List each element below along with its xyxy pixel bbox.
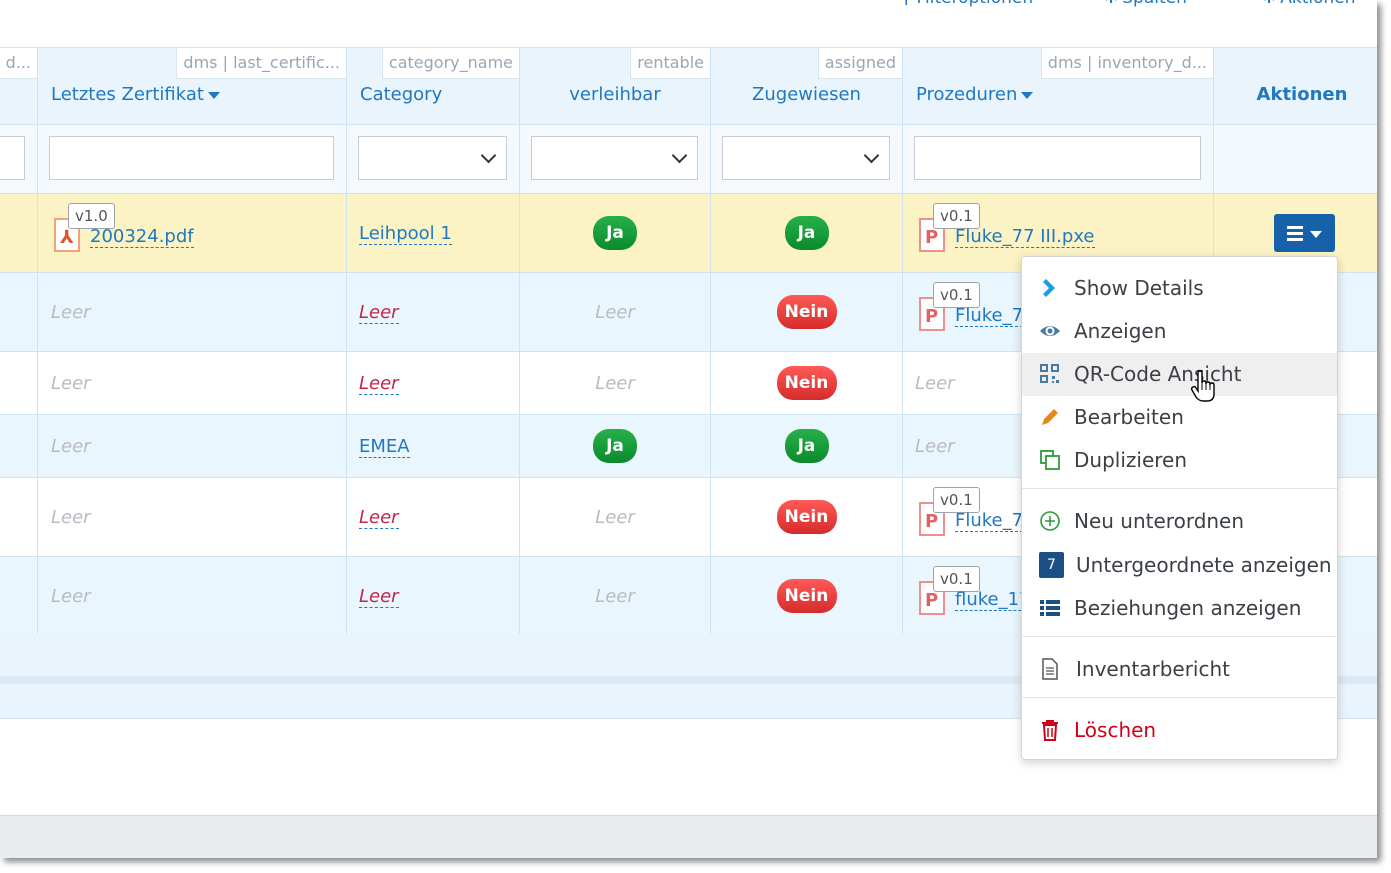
status-badge: Nein xyxy=(776,295,837,329)
category-link[interactable]: Leer xyxy=(359,585,399,608)
document-icon xyxy=(1042,658,1058,680)
column-header[interactable]: d... xyxy=(0,47,38,125)
table-header-row: d... dms | last_certific... Letztes Zerti… xyxy=(0,47,1377,125)
actions-button[interactable]: ✲Aktionen xyxy=(1262,0,1356,8)
qr-code-icon xyxy=(1040,364,1059,383)
filter-input-procedures[interactable] xyxy=(914,136,1201,180)
copy-icon xyxy=(1040,450,1060,470)
menu-item-edit[interactable]: Bearbeiten xyxy=(1022,396,1337,439)
menu-item-delete[interactable]: Löschen xyxy=(1022,709,1337,752)
list-icon xyxy=(1040,600,1060,616)
column-header-actions: Aktionen xyxy=(1213,47,1377,125)
file-link[interactable]: Fluke_7 xyxy=(955,510,1024,532)
menu-item-add-child[interactable]: Neu unterordnen xyxy=(1022,500,1337,543)
file-link[interactable]: Fluke_7 xyxy=(955,305,1024,327)
category-link[interactable]: Leer xyxy=(359,301,399,324)
column-header-last-certificate[interactable]: dms | last_certific... Letztes Zertifikat xyxy=(37,47,347,125)
file-link[interactable]: Fluke_77 III.pxe xyxy=(955,226,1095,248)
sort-caret-icon xyxy=(207,91,220,99)
chevron-down-icon xyxy=(863,147,880,164)
menu-item-show-children[interactable]: 7 Untergeordnete anzeigen xyxy=(1022,544,1337,587)
column-header-assigned[interactable]: assigned Zugewiesen xyxy=(710,47,903,125)
category-link[interactable]: Leer xyxy=(359,372,399,395)
sort-caret-icon xyxy=(1021,91,1034,99)
menu-item-show-details[interactable]: Show Details xyxy=(1022,267,1337,310)
row-actions-menu: Show Details Anzeigen QR-Code Ansicht Be… xyxy=(1021,256,1338,760)
filter-input-last-certificate[interactable] xyxy=(49,136,334,180)
column-header-category[interactable]: category_name Category xyxy=(346,47,520,125)
filter-options-button[interactable]: ⚲Filteroptionen xyxy=(900,0,1033,8)
menu-item-view[interactable]: Anzeigen xyxy=(1022,310,1337,353)
filter-select-assigned[interactable] xyxy=(722,136,890,180)
gear-icon: ✲ xyxy=(1104,0,1118,8)
eye-icon xyxy=(1040,326,1060,336)
chevron-right-icon xyxy=(1043,279,1055,297)
category-link[interactable]: Leer xyxy=(359,506,399,529)
status-badge: Ja xyxy=(593,216,637,250)
menu-item-inventory-report[interactable]: Inventarbericht xyxy=(1022,648,1337,691)
filter-row xyxy=(0,124,1377,194)
column-header-rentable[interactable]: rentable verleihbar xyxy=(519,47,711,125)
columns-button[interactable]: ✲Spalten xyxy=(1104,0,1187,8)
status-badge: Nein xyxy=(776,500,837,534)
menu-item-duplicate[interactable]: Duplizieren xyxy=(1022,439,1337,482)
filter-select-category[interactable] xyxy=(358,136,507,180)
file-link[interactable]: fluke_17 xyxy=(955,589,1031,611)
chevron-down-icon xyxy=(480,147,497,164)
column-header-procedures[interactable]: dms | inventory_d... Prozeduren xyxy=(902,47,1214,125)
count-badge-icon: 7 xyxy=(1039,552,1064,578)
pencil-icon xyxy=(1042,409,1058,425)
category-link[interactable]: Leihpool 1 xyxy=(359,222,452,245)
trash-icon xyxy=(1042,720,1058,741)
caret-down-icon xyxy=(1310,231,1322,238)
hand-cursor-icon xyxy=(1190,370,1215,402)
status-badge: Ja xyxy=(593,429,637,463)
filter-icon: ⚲ xyxy=(900,0,912,8)
plus-circle-icon xyxy=(1040,511,1060,531)
status-badge: Nein xyxy=(776,579,837,613)
row-actions-button[interactable] xyxy=(1274,214,1335,252)
menu-item-qr-code[interactable]: QR-Code Ansicht xyxy=(1022,353,1337,396)
chevron-down-icon xyxy=(671,147,688,164)
gear-icon: ✲ xyxy=(1262,0,1276,8)
status-badge: Ja xyxy=(784,429,829,463)
filter-select-rentable[interactable] xyxy=(531,136,698,180)
filter-input[interactable] xyxy=(0,136,25,180)
menu-item-relations[interactable]: Beziehungen anzeigen xyxy=(1022,587,1337,630)
menu-icon xyxy=(1287,226,1303,244)
toolbar: ⚲Filteroptionen ✲Spalten ✲Aktionen xyxy=(0,0,1377,30)
bottom-bar xyxy=(0,815,1377,858)
category-link[interactable]: EMEA xyxy=(359,435,410,458)
status-badge: Ja xyxy=(784,216,829,250)
file-link[interactable]: 200324.pdf xyxy=(90,226,194,248)
status-badge: Nein xyxy=(776,366,837,400)
app-window: ⚲Filteroptionen ✲Spalten ✲Aktionen d... … xyxy=(0,0,1377,858)
